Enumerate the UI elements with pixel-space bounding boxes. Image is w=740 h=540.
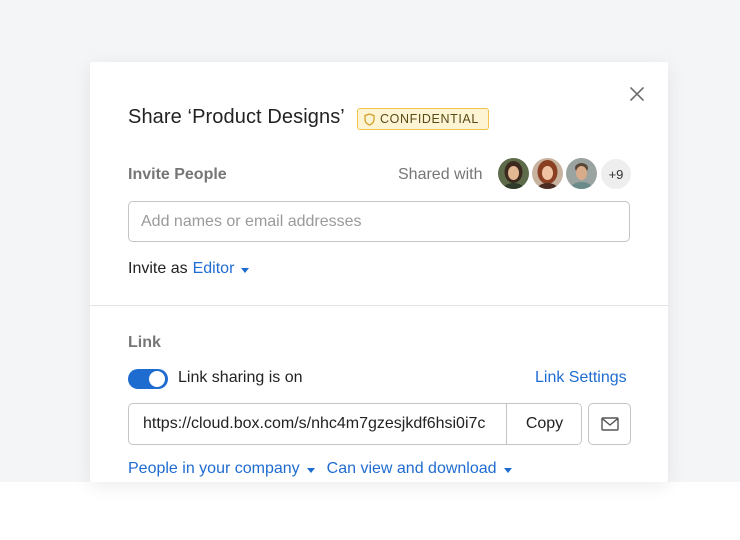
audience-dropdown[interactable]: People in your company: [128, 460, 315, 478]
role-dropdown[interactable]: Editor: [193, 260, 250, 278]
share-dialog: Share ‘Product Designs’ CONFIDENTIAL Inv…: [90, 62, 668, 482]
invite-people-label: Invite People: [128, 166, 227, 183]
link-section-label: Link: [128, 334, 161, 351]
shared-with-label: Shared with: [398, 166, 483, 183]
invite-as-row: Invite as Editor: [128, 260, 250, 278]
badge-label: CONFIDENTIAL: [380, 112, 479, 126]
invite-email-input[interactable]: [128, 201, 630, 242]
avatar[interactable]: [532, 158, 563, 189]
link-permissions-row: People in your company Can view and down…: [128, 460, 512, 478]
shared-link-field[interactable]: https://cloud.box.com/s/nhc4m7gzesjkdf6h…: [128, 403, 582, 445]
confidential-badge: CONFIDENTIAL: [357, 108, 489, 130]
permission-dropdown[interactable]: Can view and download: [327, 460, 512, 478]
section-divider: [90, 305, 668, 306]
close-button[interactable]: [629, 86, 645, 102]
chevron-down-icon: [306, 467, 315, 473]
avatar[interactable]: [566, 158, 597, 189]
close-icon: [630, 87, 644, 101]
shield-icon: [364, 112, 375, 126]
link-sharing-toggle[interactable]: [128, 369, 168, 389]
mail-icon: [600, 417, 619, 431]
invite-as-label: Invite as: [128, 260, 188, 277]
audience-value: People in your company: [128, 460, 300, 477]
chevron-down-icon: [503, 467, 512, 473]
chevron-down-icon: [241, 267, 250, 273]
dialog-title: Share ‘Product Designs’: [128, 106, 345, 128]
link-settings-link[interactable]: Link Settings: [535, 369, 627, 387]
role-value: Editor: [192, 260, 235, 277]
copy-button[interactable]: Copy: [506, 404, 581, 444]
more-collaborators-count[interactable]: +9: [601, 159, 631, 189]
email-link-button[interactable]: [588, 403, 631, 445]
shared-link-url[interactable]: https://cloud.box.com/s/nhc4m7gzesjkdf6h…: [143, 415, 505, 433]
link-sharing-status: Link sharing is on: [178, 369, 303, 386]
toggle-knob: [149, 371, 165, 387]
avatar[interactable]: [498, 158, 529, 189]
permission-value: Can view and download: [326, 460, 497, 477]
